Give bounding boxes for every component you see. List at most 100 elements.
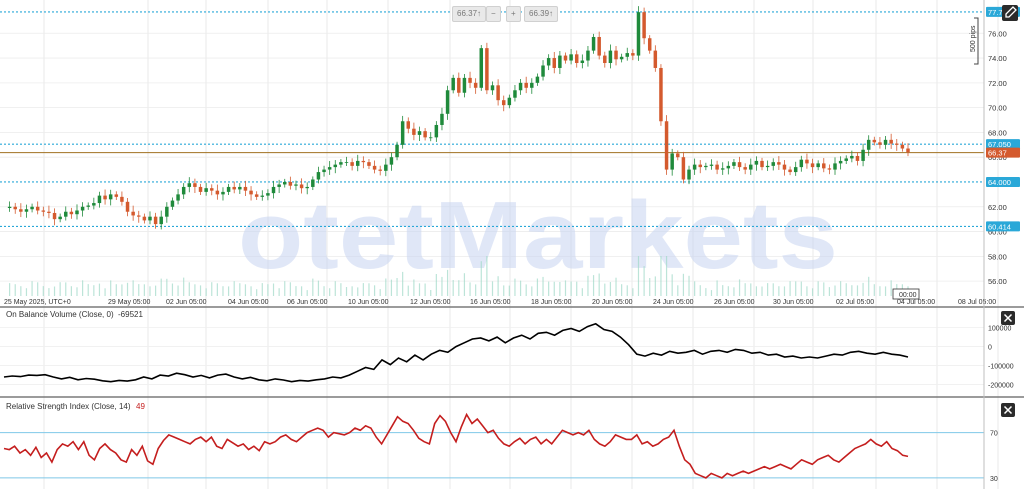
volume-bar xyxy=(98,283,101,296)
candle-body xyxy=(603,55,607,64)
volume-bar xyxy=(59,282,61,296)
volume-bar xyxy=(845,283,847,296)
candle-body xyxy=(440,113,444,125)
price-tick-label: 68.00 xyxy=(988,128,1007,137)
obv-tick-label: -100000 xyxy=(988,364,1014,371)
candle-body xyxy=(468,77,472,83)
candle-body xyxy=(260,195,265,197)
candle-body xyxy=(805,159,809,164)
candle-body xyxy=(333,164,338,168)
close-icon[interactable] xyxy=(1001,403,1015,417)
obv-title: On Balance Volume (Close, 0) xyxy=(6,310,114,319)
candle-body xyxy=(507,97,512,106)
volume-bar xyxy=(503,285,505,296)
candle-body xyxy=(125,201,130,212)
candle-body xyxy=(659,67,663,122)
candle-body xyxy=(283,181,287,185)
candle-body xyxy=(137,215,141,217)
candle-body xyxy=(749,164,753,170)
ask-price-tab[interactable]: 66.39↑ xyxy=(524,6,559,22)
candle-body xyxy=(681,157,686,180)
plus-label: + xyxy=(511,9,516,18)
candle-body xyxy=(698,164,702,168)
volume-bar xyxy=(211,282,213,296)
candle-body xyxy=(176,194,180,201)
minus-label: − xyxy=(491,9,496,18)
volume-bar xyxy=(368,283,370,296)
pips-label: 500 pips xyxy=(970,25,977,52)
candle-body xyxy=(720,168,725,170)
volume-bar xyxy=(418,283,421,296)
candle-body xyxy=(569,54,573,61)
candle-body xyxy=(423,131,427,138)
volume-bar xyxy=(862,282,864,296)
candle-body xyxy=(822,163,826,169)
volume-bar xyxy=(733,287,735,296)
close-icon[interactable] xyxy=(1001,311,1015,325)
chart-canvas: otetMarkets 25 May 2025, UTC+0 29 May 05:… xyxy=(0,0,1024,489)
volume-bar xyxy=(632,288,634,296)
candle-body xyxy=(900,144,905,149)
candle-body xyxy=(92,203,96,206)
candle-body xyxy=(30,206,34,210)
volume-bar xyxy=(525,284,527,296)
candle-body xyxy=(52,212,57,220)
candle-body xyxy=(850,155,854,159)
candle-body xyxy=(878,142,882,145)
volume-bar xyxy=(761,286,763,296)
candle-body xyxy=(187,183,192,187)
watermark-text: otetMarkets xyxy=(238,182,838,289)
volume-bar xyxy=(475,284,477,296)
volume-bar xyxy=(216,283,218,296)
volume-bar xyxy=(115,284,117,296)
bid-price-tab[interactable]: 66.37↑ xyxy=(452,6,487,22)
candle-body xyxy=(642,12,646,39)
volume-bar xyxy=(424,283,426,296)
candle-body xyxy=(614,50,618,60)
candle-body xyxy=(243,186,248,191)
volume-bar xyxy=(239,283,241,296)
volume-bar xyxy=(278,288,280,296)
volume-bar xyxy=(295,286,297,296)
volume-bar xyxy=(452,280,454,296)
candle-body xyxy=(215,190,220,195)
candle-body xyxy=(619,56,624,60)
candle-body xyxy=(451,77,455,91)
edit-icon[interactable] xyxy=(1002,5,1018,21)
candle-body xyxy=(64,211,68,217)
candle-body xyxy=(664,121,669,170)
ask-arrow: ↑ xyxy=(549,9,554,18)
candle-body xyxy=(361,160,366,163)
minus-tab[interactable]: − xyxy=(486,6,501,22)
volume-bar xyxy=(868,276,870,296)
candle-body xyxy=(558,55,562,68)
candle-body xyxy=(97,195,102,204)
volume-bar xyxy=(104,288,106,296)
volume-bar xyxy=(407,285,409,296)
volume-bar xyxy=(491,281,494,296)
volume-bar xyxy=(351,286,353,296)
x-tick-label: 29 May 05:00 xyxy=(108,299,151,306)
volume-bar xyxy=(87,284,89,296)
volume-bar xyxy=(795,281,797,296)
volume-bar xyxy=(738,279,741,296)
volume-bar xyxy=(615,277,617,296)
x-tick-label: 10 Jun 05:00 xyxy=(348,299,389,306)
plus-tab[interactable]: + xyxy=(506,6,521,22)
candle-body xyxy=(518,82,523,91)
volume-bar xyxy=(289,282,291,296)
price-tick-label: 62.00 xyxy=(988,203,1007,212)
rsi-title: Relative Strength Index (Close, 14) xyxy=(6,402,131,411)
candle-body xyxy=(574,54,579,64)
volume-bar xyxy=(879,286,881,296)
candle-body xyxy=(350,162,354,166)
volume-bar xyxy=(93,285,95,296)
volume-bar xyxy=(155,285,157,296)
volume-bar xyxy=(160,278,162,296)
current-price-label: 66.37 xyxy=(988,149,1007,158)
volume-bar xyxy=(559,282,561,296)
candle-body xyxy=(47,211,51,213)
candle-body xyxy=(232,186,236,190)
candle-body xyxy=(765,165,770,168)
candle-body xyxy=(131,211,135,216)
